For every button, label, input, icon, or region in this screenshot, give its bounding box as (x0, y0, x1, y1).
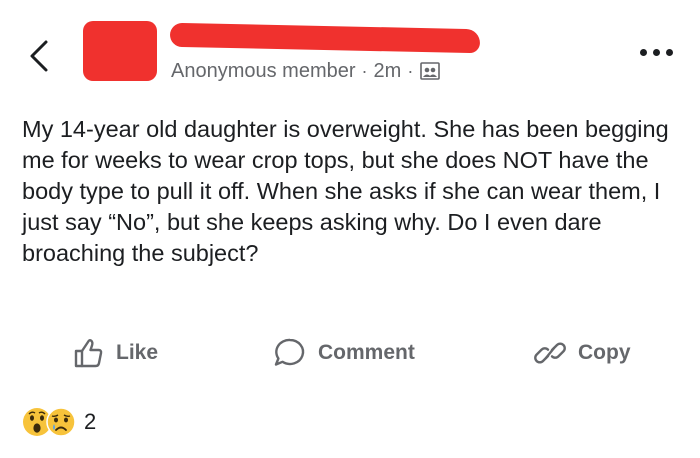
more-options-button[interactable] (640, 44, 686, 60)
author-name-redacted[interactable] (169, 22, 481, 54)
comment-button[interactable]: Comment (272, 334, 415, 372)
group-icon (419, 60, 441, 82)
author-role[interactable]: Anonymous member (171, 60, 356, 83)
link-icon (534, 342, 566, 364)
thumbs-up-icon (74, 339, 103, 368)
sad-emoji-icon (46, 407, 76, 437)
copy-label: Copy (578, 341, 631, 364)
comment-bubble-icon (274, 338, 305, 366)
more-dot (653, 48, 660, 56)
reaction-count: 2 (84, 409, 97, 434)
more-dot (640, 48, 647, 56)
more-dot (666, 48, 673, 56)
post-body: My 14-year old daughter is overweight. S… (22, 116, 669, 266)
copy-link-button[interactable]: Copy (532, 334, 631, 372)
post-meta: Anonymous member · 2m · (171, 58, 441, 84)
action-bar: Like Comment Copy (0, 334, 700, 374)
comment-label: Comment (318, 341, 415, 364)
meta-separator: · (361, 60, 368, 81)
chevron-left-icon (30, 40, 48, 72)
avatar-redacted[interactable] (83, 21, 157, 81)
post-timestamp[interactable]: 2m (374, 60, 402, 83)
like-button[interactable]: Like (72, 334, 158, 372)
meta-separator-2: · (407, 60, 414, 81)
like-label: Like (116, 341, 159, 364)
back-button[interactable] (20, 34, 60, 78)
reactions-summary[interactable]: 2 (22, 404, 96, 440)
